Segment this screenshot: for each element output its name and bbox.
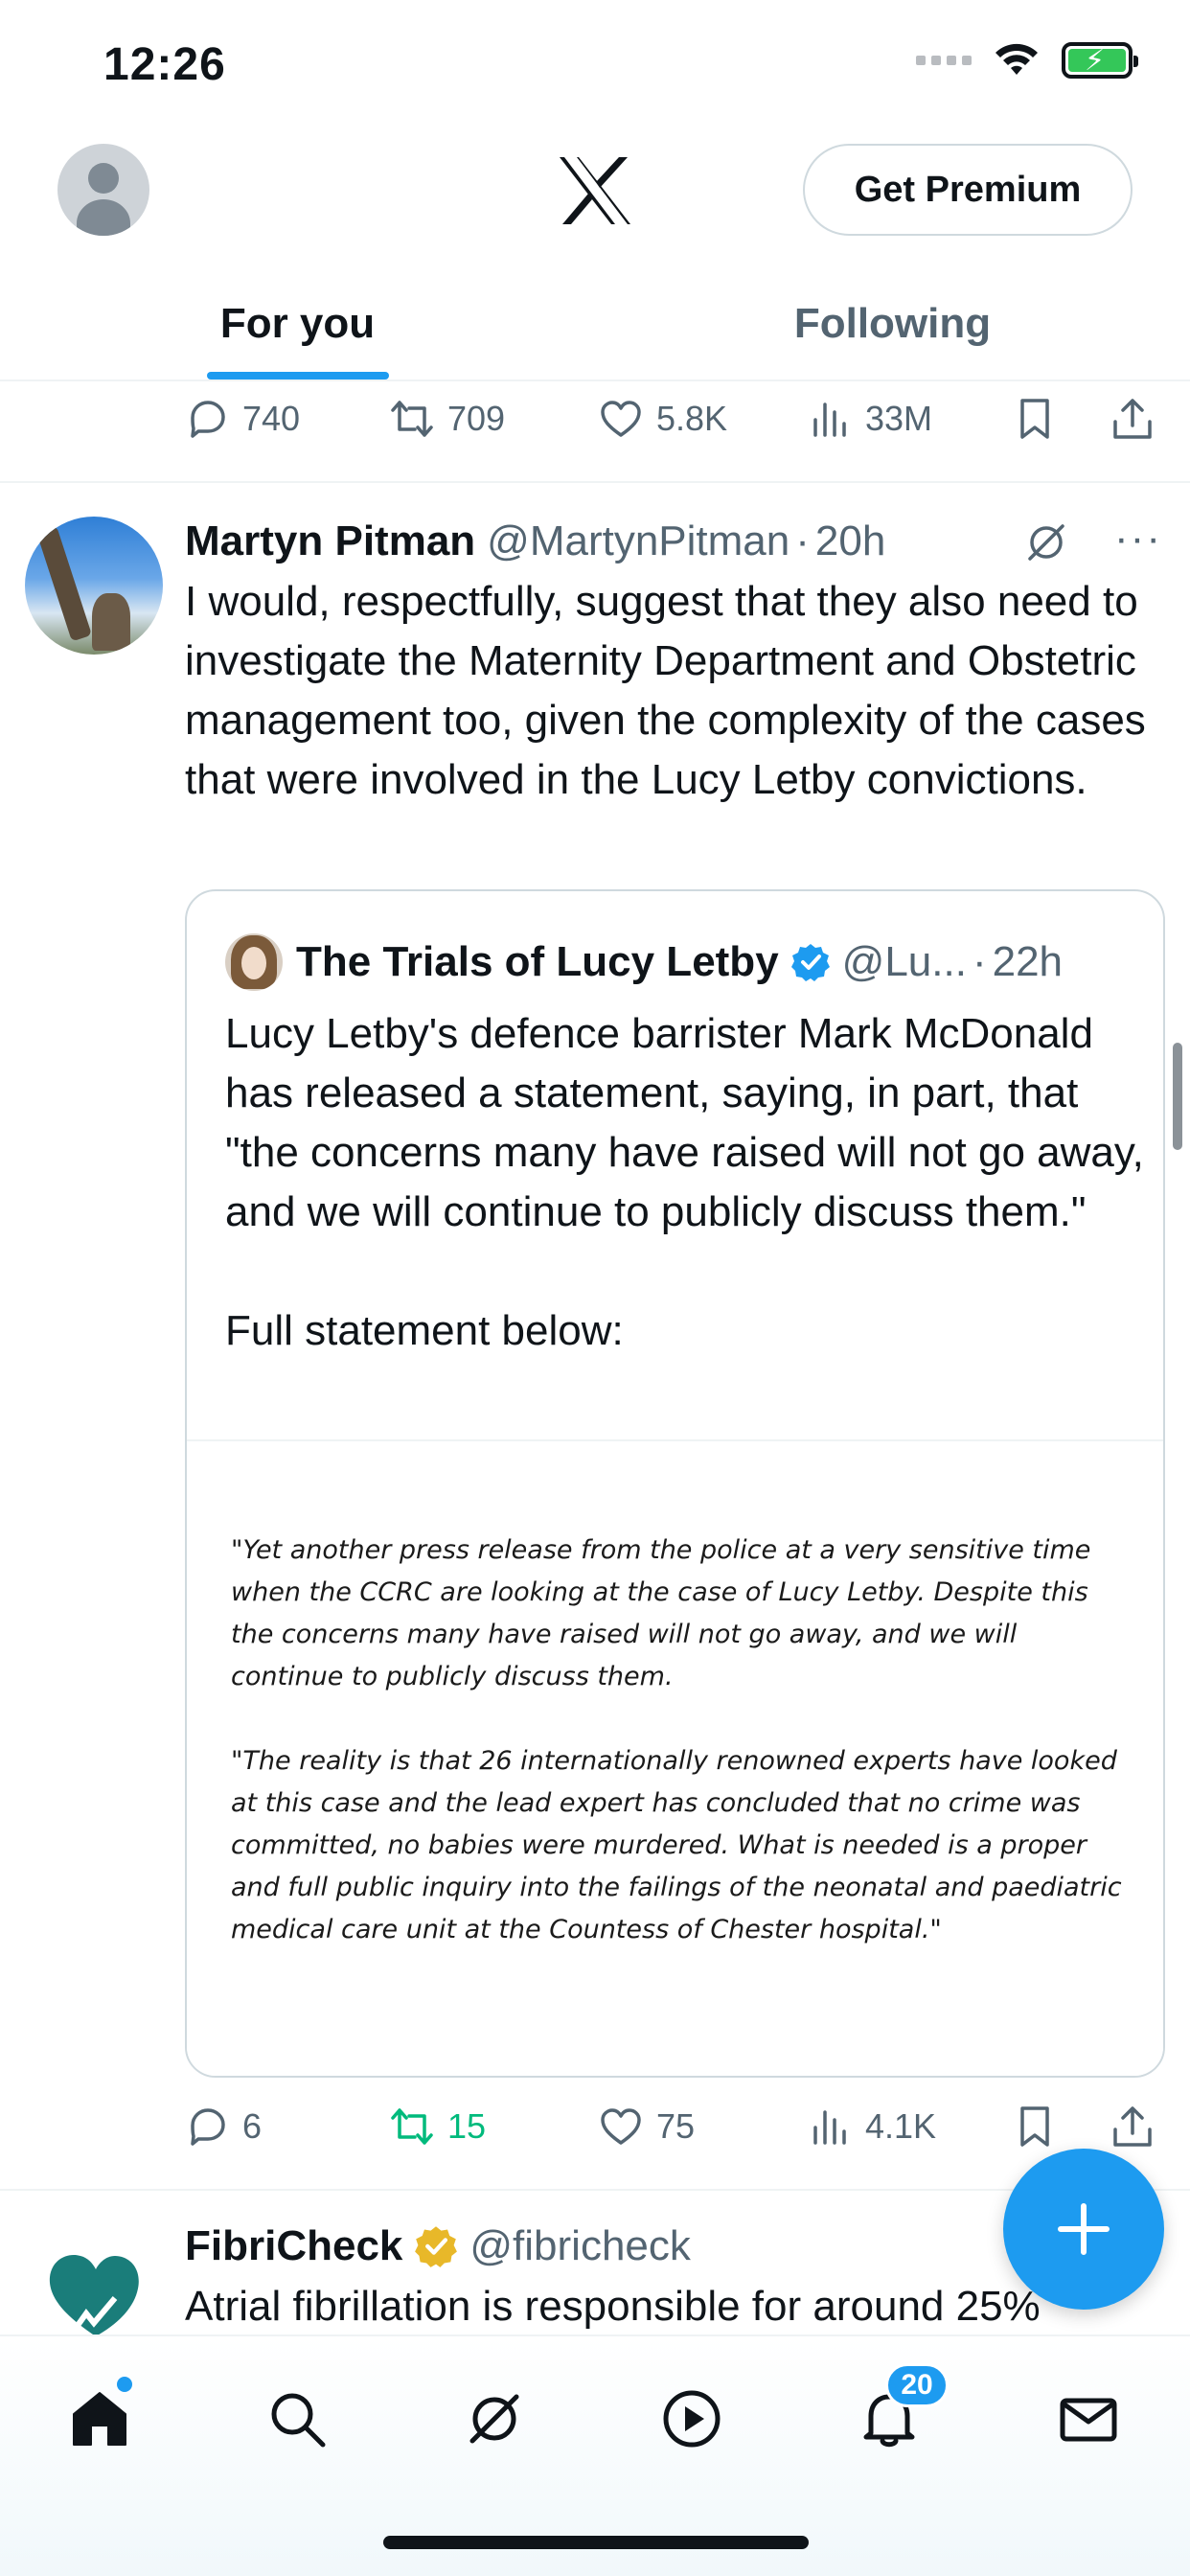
nav-grok[interactable] (456, 2380, 533, 2457)
top-header: Get Premium For you Following (0, 134, 1190, 383)
tab-for-you[interactable]: For you (0, 268, 595, 380)
views-count: 4.1K (865, 2106, 937, 2146)
verified-badge-icon (790, 944, 830, 981)
reply-button[interactable]: 6 (185, 2104, 262, 2149)
nav-messages[interactable] (1050, 2380, 1127, 2457)
quoted-statement-image[interactable]: "Yet another press release from the poli… (187, 1441, 1163, 2076)
quoted-author-name: The Trials of Lucy Letby (296, 938, 779, 985)
divider (0, 2189, 1190, 2191)
grok-icon (469, 2394, 519, 2444)
tab-following[interactable]: Following (595, 268, 1190, 380)
nav-search[interactable] (259, 2380, 335, 2457)
profile-avatar-button[interactable] (57, 144, 149, 236)
reply-icon (191, 2108, 225, 2146)
views-icon (813, 402, 846, 437)
share-icon (1113, 399, 1152, 439)
status-time: 12:26 (103, 39, 226, 90)
scrollbar[interactable] (1173, 1043, 1182, 1150)
battery-icon: ⚡ (1062, 42, 1138, 79)
nav-notifications[interactable]: 20 (851, 2363, 949, 2457)
play-icon (663, 2390, 721, 2448)
like-count: 75 (656, 2106, 696, 2146)
bookmark-icon (1020, 2106, 1049, 2147)
compose-post-button[interactable] (1003, 2149, 1164, 2310)
heart-icon (601, 401, 641, 437)
like-count: 5.8K (656, 399, 728, 438)
plus-icon (1058, 2203, 1110, 2255)
quoted-author-avatar (225, 933, 283, 991)
next-tweet-header: FibriCheck @fibricheck (185, 2216, 691, 2277)
get-premium-button[interactable]: Get Premium (803, 144, 1133, 236)
divider (0, 481, 1190, 483)
tweet-timestamp[interactable]: 20h (815, 518, 885, 565)
repost-button[interactable]: 15 (390, 2104, 486, 2149)
tweet-author-name[interactable]: Martyn Pitman (185, 518, 475, 565)
quoted-tweet-card[interactable]: The Trials of Lucy Letby @Lu... · 22h Lu… (185, 889, 1165, 2078)
gold-verified-badge-icon (415, 2226, 458, 2267)
reply-icon (191, 401, 225, 438)
quoted-timestamp: 22h (992, 938, 1064, 985)
status-bar: 12:26 ⚡ (0, 0, 1190, 134)
mail-icon (1060, 2398, 1117, 2442)
search-icon (271, 2393, 326, 2448)
tweet-author-handle[interactable]: @MartynPitman (487, 518, 790, 565)
grok-icon[interactable] (1022, 518, 1070, 566)
status-icons: ⚡ (916, 42, 1138, 79)
tweet-text: I would, respectfully, suggest that they… (185, 578, 1146, 803)
like-button[interactable]: 5.8K (599, 397, 727, 441)
tweet-author-avatar[interactable] (25, 517, 163, 655)
bookmark-button[interactable] (1013, 2104, 1057, 2149)
repost-icon (391, 401, 433, 437)
timeline-tabs: For you Following (0, 268, 1190, 381)
share-button[interactable] (1110, 397, 1155, 441)
reply-count: 6 (242, 2106, 263, 2146)
share-icon (1113, 2106, 1152, 2147)
share-button[interactable] (1110, 2104, 1155, 2149)
views-count: 33M (865, 399, 933, 438)
statement-paragraph-1: "Yet another press release from the poli… (231, 1535, 1091, 1691)
reply-count: 740 (242, 399, 301, 438)
views-button[interactable]: 33M (808, 397, 932, 441)
nav-home[interactable] (61, 2377, 138, 2457)
bookmark-icon (1020, 399, 1049, 439)
separator-dot: · (972, 938, 987, 985)
home-icon (73, 2392, 126, 2446)
nav-video[interactable] (653, 2380, 730, 2457)
quoted-tweet-text: Lucy Letby's defence barrister Mark McDo… (225, 1010, 1144, 1354)
tweet-actions: 6 15 75 4.1K (185, 2093, 1162, 2160)
repost-count: 15 (447, 2106, 487, 2146)
separator-dot: · (795, 518, 810, 564)
more-options-icon[interactable]: ··· (1114, 515, 1162, 563)
heart-icon (601, 2108, 641, 2145)
cellular-signal-icon (916, 56, 972, 65)
wifi-icon (995, 43, 1038, 75)
bookmark-button[interactable] (1013, 397, 1057, 441)
repost-icon (391, 2108, 433, 2145)
reply-button[interactable]: 740 (185, 397, 300, 441)
next-tweet-text: Atrial fibrillation is responsible for a… (185, 2283, 1041, 2330)
notifications-badge: 20 (885, 2363, 949, 2407)
statement-paragraph-2: "The reality is that 26 internationally … (231, 1746, 1122, 1944)
repost-count: 709 (447, 399, 506, 438)
next-tweet-author-handle[interactable]: @fibricheck (469, 2222, 691, 2270)
views-button[interactable]: 4.1K (808, 2104, 936, 2149)
fibricheck-heart-logo-icon[interactable] (38, 2241, 153, 2346)
previous-tweet-actions: 740 709 5.8K 33M (185, 385, 1162, 452)
views-icon (813, 2110, 846, 2145)
quoted-tweet-header: The Trials of Lucy Letby @Lu... · 22h (225, 933, 1145, 991)
tweet-header: Martyn Pitman @MartynPitman · 20h ··· (185, 511, 1172, 572)
repost-button[interactable]: 709 (390, 397, 505, 441)
quoted-author-handle: @Lu... (841, 938, 967, 985)
like-button[interactable]: 75 (599, 2104, 695, 2149)
home-indicator (383, 2536, 809, 2549)
next-tweet-author-name[interactable]: FibriCheck (185, 2222, 402, 2270)
x-logo-icon (560, 157, 630, 224)
home-unread-dot (117, 2377, 132, 2392)
